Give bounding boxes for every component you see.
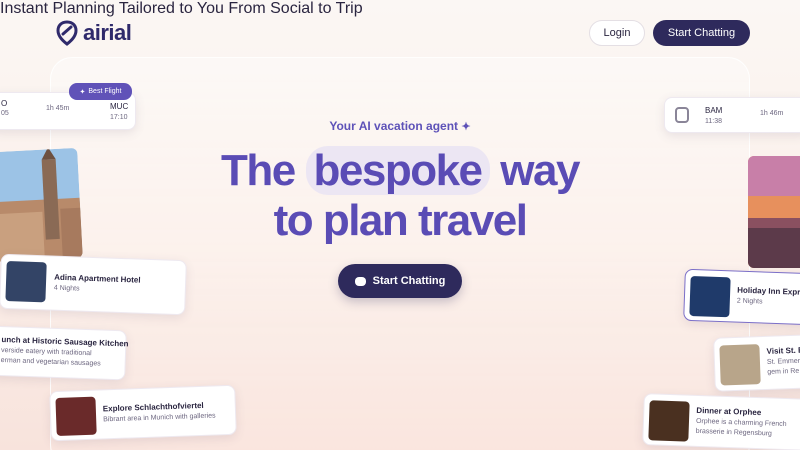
flight-to-code: MUC xyxy=(110,102,129,111)
logo-text: airial xyxy=(83,20,132,45)
dinner-title: Dinner at Orphee xyxy=(696,405,762,418)
train-duration: 1h 46m xyxy=(760,110,784,117)
activity-card-dinner[interactable]: Dinner at Orphee Orphee is a charming Fr… xyxy=(642,393,800,450)
tagline-text: Your AI vacation agent xyxy=(329,119,459,133)
visit-thumb xyxy=(719,344,761,386)
badge-label: Best Flight xyxy=(88,88,122,95)
train-icon xyxy=(675,107,689,123)
best-flight-badge: ✦ Best Flight xyxy=(69,83,132,100)
sunset-photo xyxy=(748,156,800,268)
nav-instant-planning[interactable]: Instant Planning xyxy=(0,0,115,17)
activity-desc-1: verside eatery with traditional xyxy=(0,347,92,358)
visit-desc-1: St. Emmer xyxy=(766,357,800,366)
hotel-nights: 2 Nights xyxy=(736,297,763,306)
hotel-card-holiday-inn[interactable]: Holiday Inn Expres 2 Nights xyxy=(683,268,800,326)
dinner-desc-2: brasserie in Regensburg xyxy=(695,427,772,438)
hotel-thumb xyxy=(689,275,731,318)
hero-cta-label: Start Chatting xyxy=(372,275,446,287)
train-card[interactable]: BAM 11:38 1h 46m xyxy=(664,97,800,133)
headline-line-1: The bespoke way xyxy=(0,146,800,196)
headline-line-2: to plan travel xyxy=(273,196,528,245)
headline-word-way: way xyxy=(500,146,580,195)
flight-to-time: 17:10 xyxy=(110,114,128,121)
start-chatting-header-button[interactable]: Start Chatting xyxy=(653,20,750,46)
hotel-thumb xyxy=(5,260,47,303)
login-button[interactable]: Login xyxy=(589,20,645,46)
hotel-nights: 4 Nights xyxy=(53,284,80,293)
nav-social-to-trip[interactable]: From Social to Trip xyxy=(228,0,362,17)
headline-word-the: The xyxy=(221,146,296,195)
site-header: airial Instant Planning Tailored to You … xyxy=(0,0,800,64)
explore-desc: Bibrant area in Munich with galleries xyxy=(103,412,216,424)
visit-desc-2: gem in Re xyxy=(767,367,800,376)
hotel-name: Holiday Inn Expres xyxy=(737,285,800,298)
activity-desc-2: erman and vegetarian sausages xyxy=(0,357,101,368)
sparkle-icon: ✦ xyxy=(461,121,471,133)
start-chatting-hero-button[interactable]: Start Chatting xyxy=(338,264,462,298)
flight-duration: 1h 45m xyxy=(46,105,70,112)
activity-card-visit[interactable]: Visit St. E St. Emmer gem in Re xyxy=(713,334,800,392)
logo-icon xyxy=(56,20,78,46)
headline-highlight: bespoke xyxy=(305,146,490,195)
visit-title: Visit St. E xyxy=(766,345,800,356)
explore-title: Explore Schlachthofviertel xyxy=(102,400,204,414)
flight-from-time: 05 xyxy=(1,110,9,117)
hotel-card-adina[interactable]: Adina Apartment Hotel 4 Nights xyxy=(0,253,187,316)
chat-icon xyxy=(354,271,366,286)
sparkle-icon: ✦ xyxy=(79,88,86,96)
activity-title: unch at Historic Sausage Kitchen xyxy=(1,335,129,349)
flight-from-code: O xyxy=(1,99,8,108)
activity-card-lunch[interactable]: unch at Historic Sausage Kitchen verside… xyxy=(0,325,129,381)
nav-tailored[interactable]: Tailored to You xyxy=(119,0,224,17)
dinner-thumb xyxy=(648,400,690,442)
dinner-desc-1: Orphee is a charming French xyxy=(695,417,787,429)
train-code: BAM xyxy=(705,106,723,115)
train-time: 11:38 xyxy=(705,118,722,125)
explore-thumb xyxy=(55,396,97,437)
munich-photo xyxy=(0,147,83,263)
hotel-name: Adina Apartment Hotel xyxy=(54,272,141,285)
logo[interactable]: airial xyxy=(56,20,132,46)
activity-card-explore[interactable]: Explore Schlachthofviertel Bibrant area … xyxy=(49,384,237,442)
